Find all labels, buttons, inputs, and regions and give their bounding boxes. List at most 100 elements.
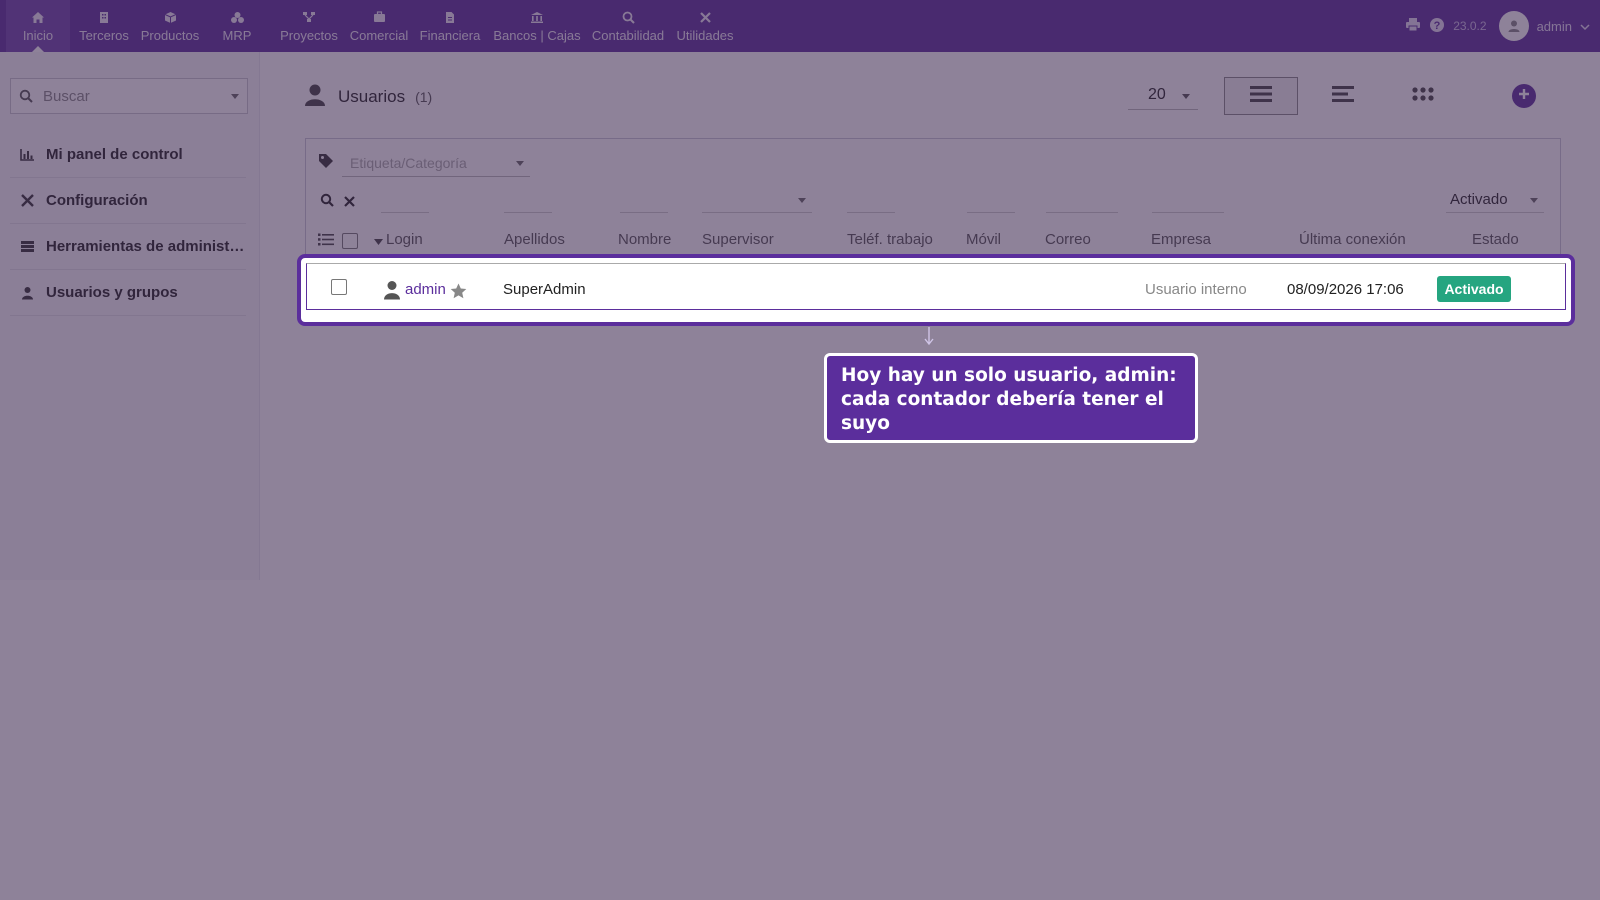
sidebar-item-label: Configuración [46,192,148,209]
print-icon[interactable] [1405,17,1421,35]
suitcase-icon [371,9,387,25]
menu-financiera[interactable]: Financiera [418,0,482,52]
menu-utilidades[interactable]: Utilidades [674,0,736,52]
sidebar-item-configuracion[interactable]: Configuración [10,178,246,224]
sidebar-search-input[interactable]: Buscar [10,78,248,114]
list-columns-icon[interactable] [318,233,334,251]
add-user-button[interactable] [1512,84,1536,108]
file-invoice-icon [442,9,458,25]
tag-category-select[interactable]: Etiqueta/Categoría [342,149,530,177]
user-login-link[interactable]: admin [405,281,446,298]
filter-telefono-input[interactable] [847,187,895,213]
column-header-telefono[interactable]: Teléf. trabajo [847,231,933,248]
tour-tooltip: Hoy hay un solo usuario, admin: cada con… [824,353,1198,443]
menu-proyectos[interactable]: Proyectos [276,0,342,52]
filter-supervisor-select[interactable] [702,187,812,213]
home-icon [30,9,46,25]
filter-apellidos-input[interactable] [504,187,552,213]
select-all-checkbox[interactable] [342,233,358,249]
menu-terceros[interactable]: Terceros [76,0,132,52]
menu-inicio[interactable]: Inicio [6,0,70,52]
tools-icon [697,9,713,25]
menu-label: Inicio [22,28,54,43]
tools-icon [18,193,36,208]
filter-login-input[interactable] [381,187,429,213]
menu-bancos-cajas[interactable]: Bancos | Cajas [490,0,584,52]
column-label: Login [386,231,423,248]
plus-icon [1518,87,1530,105]
menu-label: MRP [222,28,252,43]
menu-label: Comercial [349,28,409,43]
sort-desc-icon [374,232,383,249]
svg-text:?: ? [1434,20,1441,32]
sidebar-item-label: Usuarios y grupos [46,284,178,301]
sidebar-item-usuarios-grupos[interactable]: Usuarios y grupos [10,270,246,316]
hierarchy-view-button[interactable] [1306,77,1380,115]
server-icon [18,240,36,253]
menu-mrp[interactable]: MRP [214,0,260,52]
chevron-down-icon [516,161,524,166]
help-icon[interactable]: ? [1429,17,1445,36]
status-badge: Activado [1437,276,1511,302]
user-avatar-icon [383,280,401,305]
sidebar-item-panel-control[interactable]: Mi panel de control [10,132,246,178]
building-icon [96,9,112,25]
table-row[interactable]: admin SuperAdmin Usuario interno 08/09/2… [297,254,1575,326]
column-header-correo[interactable]: Correo [1045,231,1091,248]
filter-correo-input[interactable] [1046,187,1118,213]
filter-status-select[interactable]: Activado [1446,187,1544,213]
chevron-down-icon[interactable] [231,94,239,99]
kanban-view-button[interactable] [1386,77,1460,115]
user-company: Usuario interno [1145,281,1247,298]
sidebar-item-label: Herramientas de administración [46,238,246,255]
page-header: Usuarios (1) [304,82,432,112]
column-header-nombre[interactable]: Nombre [618,231,671,248]
tooltip-text: Hoy hay un solo usuario, admin: cada con… [841,365,1177,434]
sidebar-item-herramientas[interactable]: Herramientas de administración [10,224,246,270]
column-header-ultima-conexion[interactable]: Última conexión [1299,231,1406,248]
status-filter-value: Activado [1450,191,1508,208]
search-icon [19,89,33,103]
search-dollar-icon [620,9,636,25]
list-view-button[interactable] [1224,77,1298,115]
column-header-apellidos[interactable]: Apellidos [504,231,565,248]
top-menu-bar: Inicio Terceros Productos MRP Proyectos … [0,0,1600,52]
user-icon [304,83,326,112]
menu-label: Bancos | Cajas [493,28,581,43]
menu-label: Contabilidad [591,28,665,43]
menu-label: Financiera [419,28,481,43]
version-label: 23.0.2 [1453,19,1487,33]
chevron-down-icon [798,198,806,203]
cubes-icon [229,9,245,25]
grid-icon [1412,86,1434,107]
chevron-down-icon [1530,198,1538,203]
column-header-login[interactable]: Login [374,231,423,249]
chevron-down-icon [1182,94,1190,99]
page-size-select[interactable]: 20 [1128,80,1198,110]
filter-nombre-input[interactable] [620,187,668,213]
list-view-icon [1250,85,1272,108]
search-icon[interactable] [320,193,334,212]
bank-icon [529,9,545,25]
clear-filter-icon[interactable] [344,194,355,212]
page-title: Usuarios [338,87,406,106]
search-placeholder: Buscar [43,87,90,105]
row-checkbox[interactable] [331,279,347,295]
column-header-movil[interactable]: Móvil [966,231,1001,248]
filter-empresa-input[interactable] [1152,187,1224,213]
chevron-down-icon[interactable] [1580,19,1590,34]
column-header-estado[interactable]: Estado [1472,231,1519,248]
menu-contabilidad[interactable]: Contabilidad [590,0,666,52]
user-name[interactable]: admin [1537,19,1572,34]
column-header-supervisor[interactable]: Supervisor [702,231,774,248]
menu-productos[interactable]: Productos [138,0,202,52]
star-icon [450,283,467,304]
user-lastname: SuperAdmin [503,281,586,298]
user-icon [18,286,36,300]
user-avatar-icon[interactable] [1498,11,1529,41]
menu-comercial[interactable]: Comercial [348,0,410,52]
filter-movil-input[interactable] [967,187,1015,213]
column-header-empresa[interactable]: Empresa [1151,231,1211,248]
top-right-tools: ? 23.0.2 admin [1405,0,1590,52]
page-size-value: 20 [1148,86,1166,103]
